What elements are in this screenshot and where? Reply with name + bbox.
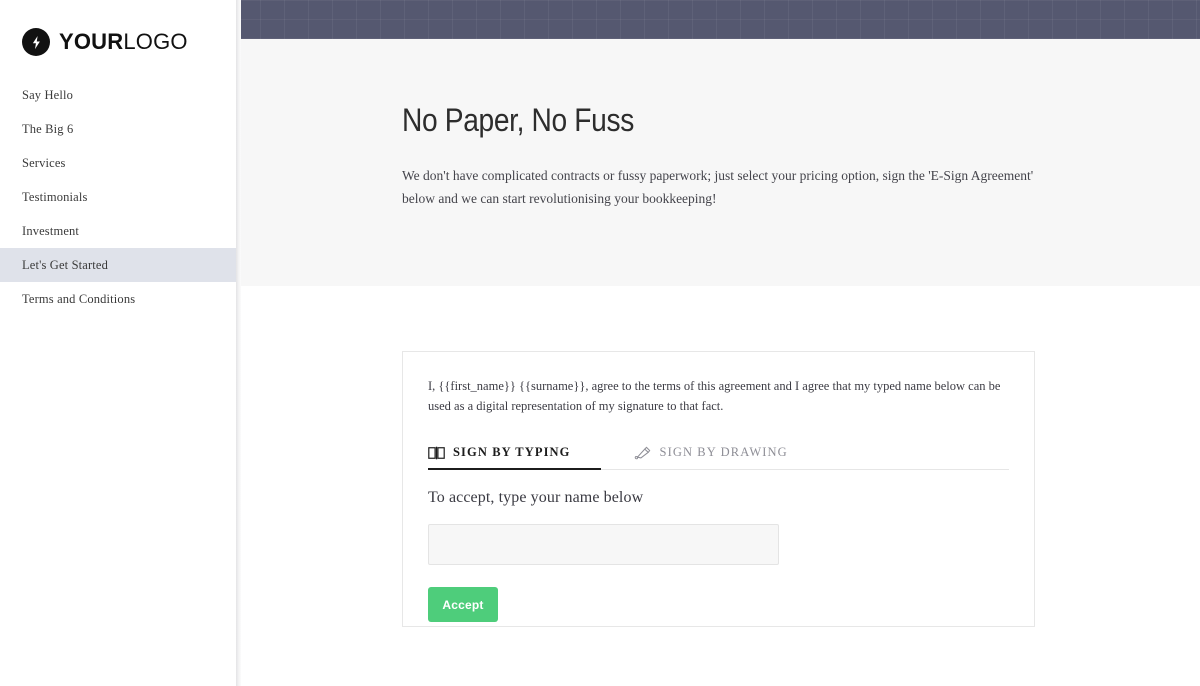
top-bar (236, 0, 1200, 39)
brand-name-bold: YOUR (59, 29, 124, 54)
esign-card-body: I, {{first_name}} {{surname}}, agree to … (403, 352, 1034, 622)
sidebar: YOURLOGO Say Hello The Big 6 Services Te… (0, 0, 236, 686)
page-title: No Paper, No Fuss (402, 102, 634, 138)
sidebar-item-testimonials[interactable]: Testimonials (0, 180, 236, 214)
keyboard-typing-icon (428, 446, 445, 460)
sidebar-item-lets-get-started[interactable]: Let's Get Started (0, 248, 236, 282)
hero-description: We don't have complicated contracts or f… (402, 168, 1034, 207)
accept-instruction: To accept, type your name below (428, 489, 644, 506)
tab-sign-by-typing[interactable]: SIGN BY TYPING (428, 437, 601, 470)
lightning-bolt-icon (22, 28, 50, 56)
tab-sign-by-drawing-label: SIGN BY DRAWING (659, 445, 788, 459)
signature-method-tabs: SIGN BY TYPING SIGN BY DRAWING (428, 437, 1009, 470)
tab-sign-by-drawing[interactable]: SIGN BY DRAWING (634, 436, 788, 469)
brand-name: YOURLOGO (59, 31, 188, 53)
pen-quill-icon (634, 446, 652, 460)
tab-sign-by-typing-label: SIGN BY TYPING (453, 445, 571, 459)
sidebar-item-say-hello[interactable]: Say Hello (0, 78, 236, 112)
esign-card: I, {{first_name}} {{surname}}, agree to … (402, 351, 1035, 627)
sidebar-nav: Say Hello The Big 6 Services Testimonial… (0, 78, 236, 316)
accept-button[interactable]: Accept (428, 587, 498, 622)
page-root: YOURLOGO Say Hello The Big 6 Services Te… (0, 0, 1200, 686)
brand-logo[interactable]: YOURLOGO (22, 28, 188, 56)
brand-name-light: LOGO (123, 29, 188, 54)
sidebar-item-terms-and-conditions[interactable]: Terms and Conditions (0, 282, 236, 316)
sidebar-item-the-big-6[interactable]: The Big 6 (0, 112, 236, 146)
signature-name-input[interactable] (428, 524, 779, 565)
sidebar-item-services[interactable]: Services (0, 146, 236, 180)
agreement-statement: I, {{first_name}} {{surname}}, agree to … (428, 379, 1001, 413)
hero-content: No Paper, No Fuss We don't have complica… (402, 102, 1036, 211)
sidebar-divider (236, 0, 241, 686)
sidebar-item-investment[interactable]: Investment (0, 214, 236, 248)
hero-section: No Paper, No Fuss We don't have complica… (236, 39, 1200, 286)
